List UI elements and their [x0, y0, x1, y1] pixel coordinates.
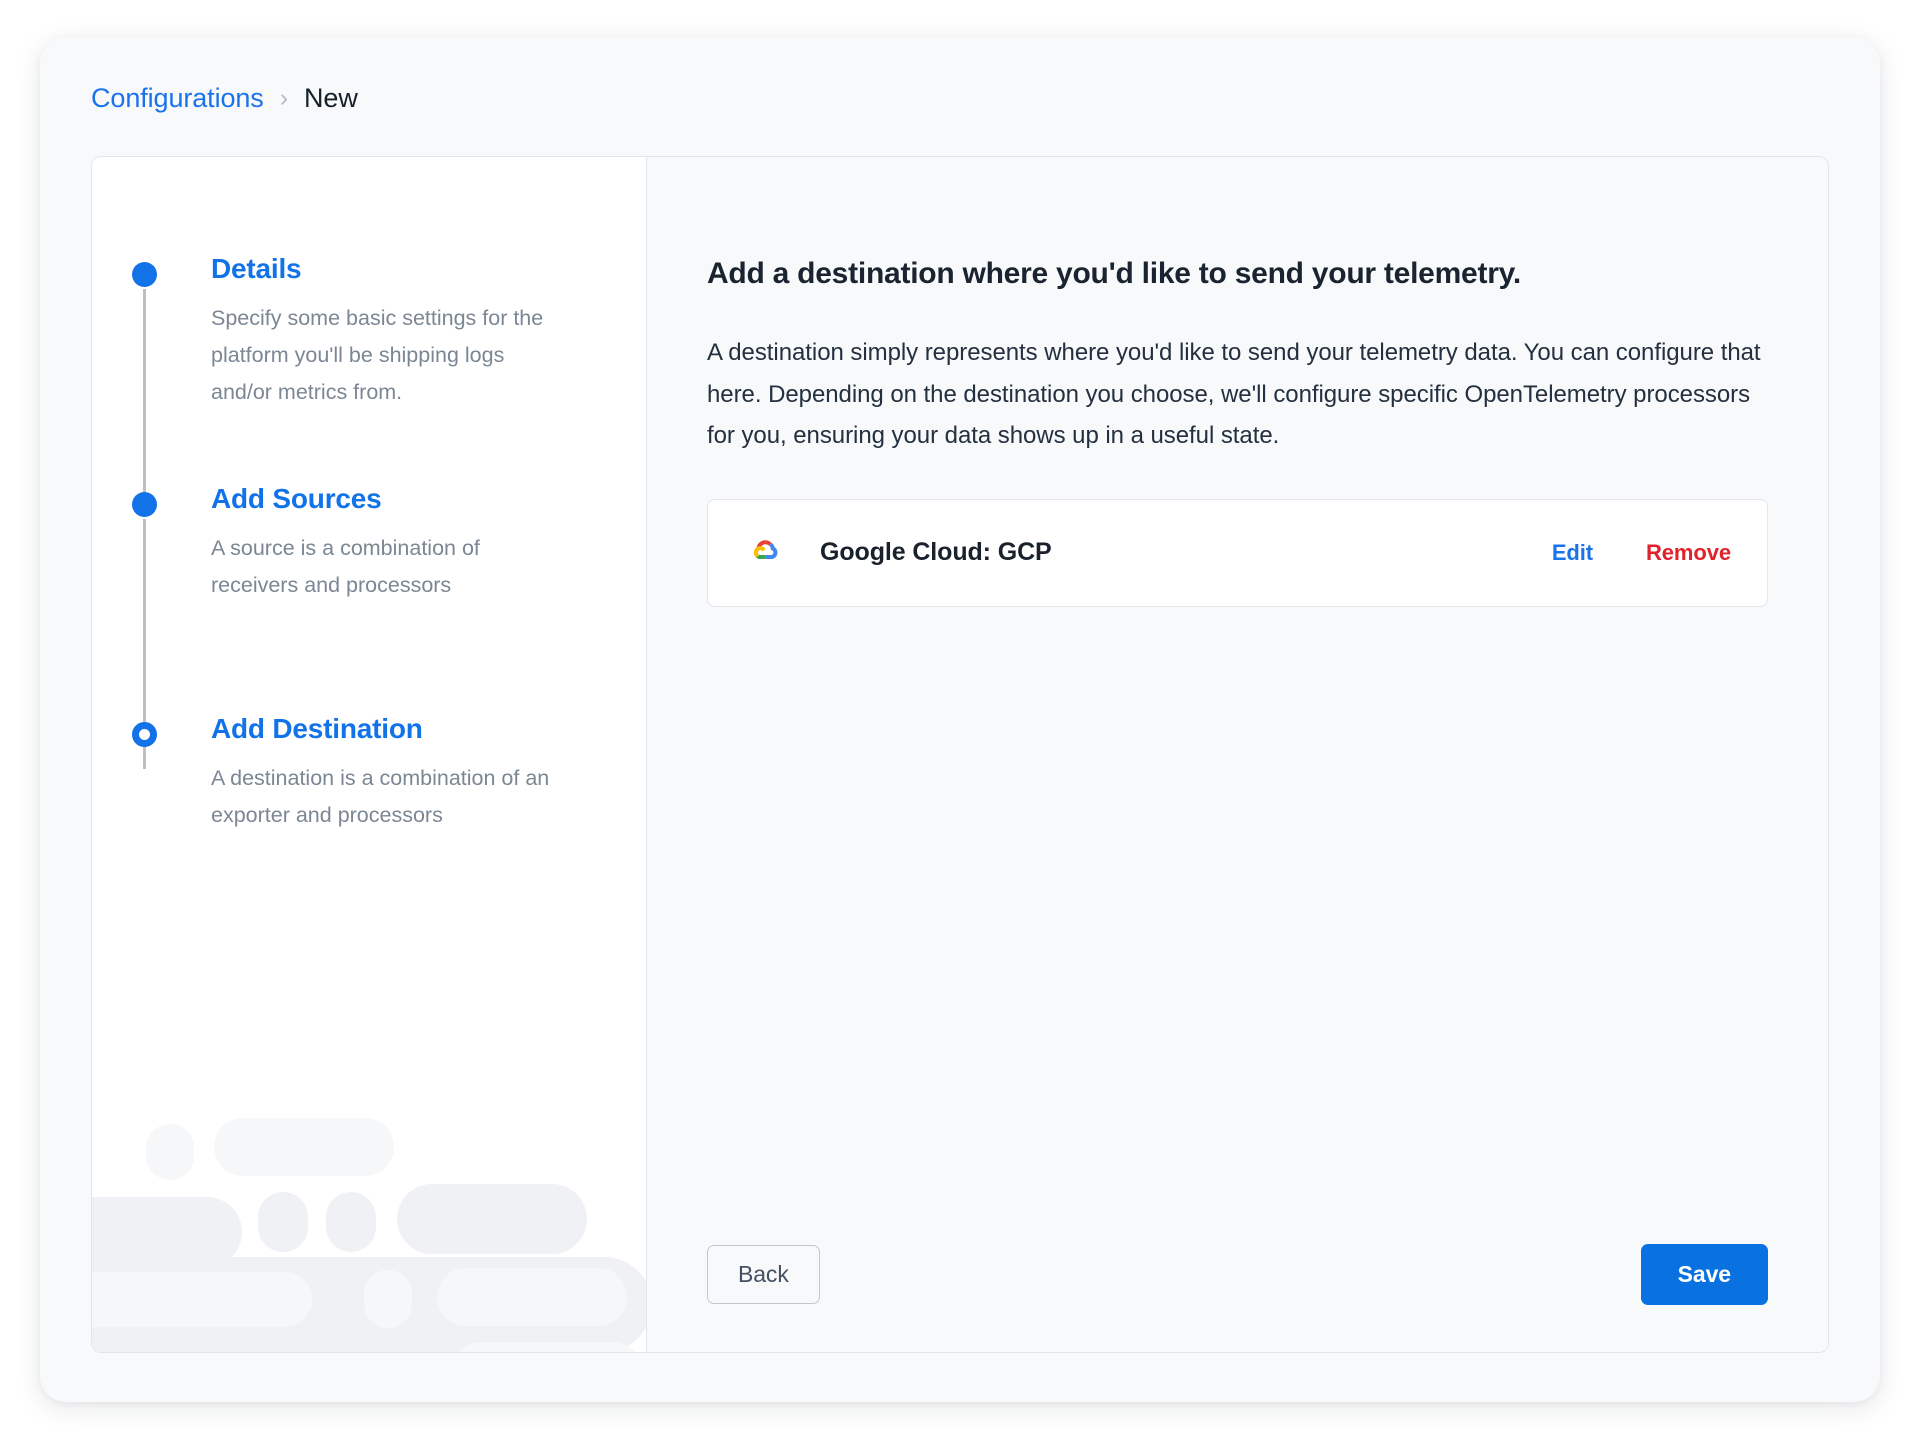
wizard-panel: Details Specify some basic settings for …: [91, 156, 1829, 1353]
save-button[interactable]: Save: [1641, 1244, 1768, 1305]
breadcrumb: Configurations › New: [91, 85, 358, 112]
decorative-skeleton-graphic: [92, 1102, 647, 1352]
google-cloud-icon: [741, 530, 787, 576]
destination-name: Google Cloud: GCP: [820, 538, 1552, 567]
chevron-right-icon: ›: [280, 86, 288, 111]
edit-destination-link[interactable]: Edit: [1552, 540, 1593, 566]
stepper-item-add-sources[interactable]: Add Sources A source is a combination of…: [92, 482, 646, 712]
step-marker-complete-icon: [131, 491, 159, 519]
back-button[interactable]: Back: [707, 1245, 820, 1304]
remove-destination-link[interactable]: Remove: [1646, 540, 1731, 566]
wizard-content-area: Add a destination where you'd like to se…: [647, 157, 1828, 1352]
breadcrumb-current-new: New: [304, 85, 358, 112]
stepper-item-add-destination[interactable]: Add Destination A destination is a combi…: [92, 712, 646, 862]
step-title-add-destination[interactable]: Add Destination: [211, 712, 551, 746]
step-marker-complete-icon: [131, 261, 159, 289]
step-marker-current-icon: [131, 721, 159, 749]
wizard-footer: Back Save: [647, 1244, 1828, 1352]
step-description-add-destination: A destination is a combination of an exp…: [211, 760, 551, 834]
step-description-details: Specify some basic settings for the plat…: [211, 300, 551, 411]
step-title-add-sources[interactable]: Add Sources: [211, 482, 551, 516]
step-description-add-sources: A source is a combination of receivers a…: [211, 530, 551, 604]
breadcrumb-link-configurations[interactable]: Configurations: [91, 85, 264, 112]
page-description: A destination simply represents where yo…: [707, 332, 1768, 457]
page-title: Add a destination where you'd like to se…: [707, 256, 1768, 292]
destination-list-item[interactable]: Google Cloud: GCP Edit Remove: [707, 499, 1768, 607]
app-window: Configurations › New Details Specify som…: [40, 37, 1880, 1402]
step-title-details[interactable]: Details: [211, 252, 551, 286]
stepper-list: Details Specify some basic settings for …: [92, 157, 646, 862]
wizard-stepper-sidebar: Details Specify some basic settings for …: [92, 157, 647, 1352]
stepper-item-details[interactable]: Details Specify some basic settings for …: [92, 252, 646, 482]
